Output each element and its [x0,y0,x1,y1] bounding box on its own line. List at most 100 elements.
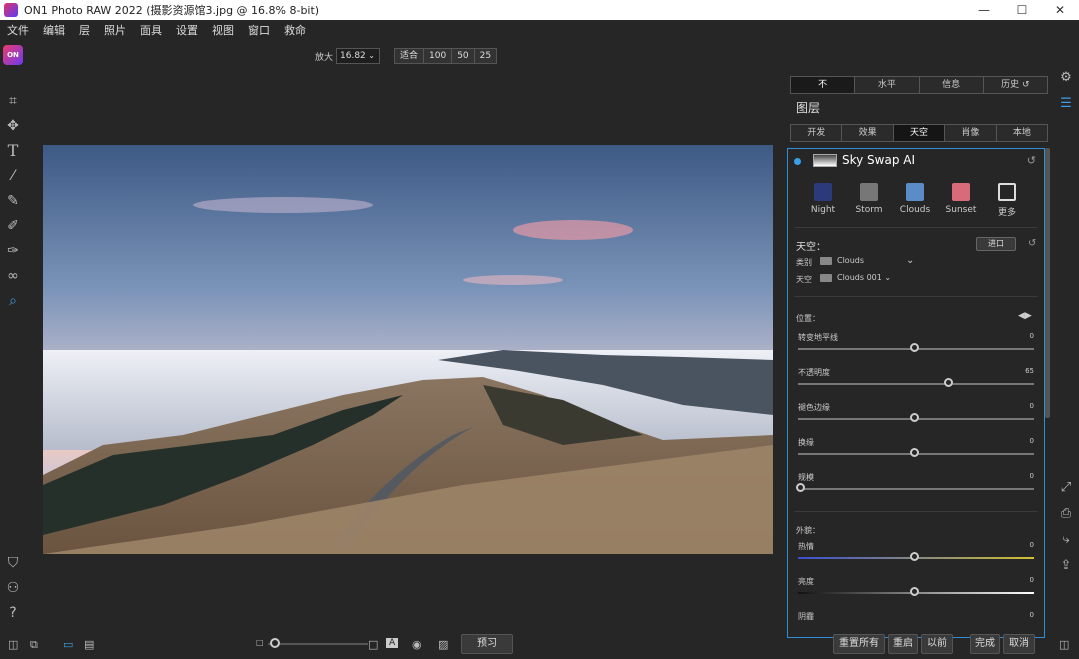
adjust-icon[interactable]: ☰ [1053,90,1079,116]
print-icon[interactable]: ⎙ [1053,500,1079,526]
slider-scale[interactable]: 规模 0 [796,472,1036,502]
zoom-tool-icon[interactable]: ⌕ [0,288,26,313]
a-toggle[interactable]: A [386,638,399,648]
panel-right-icon[interactable]: ◫ [1059,638,1069,651]
slider-shift-edge[interactable]: 换缘 0 [796,437,1036,467]
tab-portrait[interactable]: 肖像 [945,125,997,141]
collapse-arrows-icon[interactable]: ◀▶ [1018,311,1032,321]
slider-knob[interactable] [910,552,919,561]
brush-icon[interactable]: ⁄ [0,163,26,188]
single-view-icon[interactable]: ▭ [63,638,73,651]
resize-icon[interactable]: ⤢ [1053,474,1079,500]
menu-mask[interactable]: 面具 [133,22,169,38]
reset-icon[interactable]: ↺ [1027,154,1036,167]
done-button[interactable]: 完成 [970,634,1000,654]
panel-toggle-icon[interactable]: ◫ [8,638,18,651]
slider-opacity[interactable]: 不透明度 65 [796,367,1036,397]
tab-local[interactable]: 本地 [996,125,1048,141]
tab-develop[interactable]: 开发 [791,125,843,141]
more-thumb-icon [998,183,1016,201]
tab-history[interactable]: 历史 ↺ [983,77,1047,93]
split-view-icon[interactable]: ▤ [84,638,94,651]
preset-clouds[interactable]: Clouds [892,183,938,218]
preset-more[interactable]: 更多 [984,183,1030,218]
line-mask-icon[interactable]: ✑ [0,238,26,263]
tab-none[interactable]: 不 [791,77,856,93]
slider-shift-horizon[interactable]: 转变地平线 0 [796,332,1036,362]
reset-all-button[interactable]: 重置所有 [833,634,885,654]
mask-view-icon[interactable]: ◉ [412,638,422,651]
clone-icon[interactable]: ∞ [0,263,26,288]
tab-info[interactable]: 信息 [919,77,984,93]
slider-knob[interactable] [910,587,919,596]
text-icon[interactable]: T [0,138,26,163]
minimize-button[interactable]: — [966,0,1002,20]
user-icon[interactable]: ⚇ [0,575,26,600]
zoom-select[interactable]: 16.82 ⌄ [336,48,380,64]
slider-knob[interactable] [910,413,919,422]
compare-icon[interactable]: ⧉ [30,638,38,652]
share-icon[interactable]: ⤷ [1053,526,1079,552]
retouch-icon[interactable]: ✎ [0,188,26,213]
bucket-icon[interactable]: ⛉ [0,550,26,575]
panel-scrollbar[interactable] [1045,148,1050,418]
large-square-icon[interactable]: □ [368,638,378,651]
thumbnail-size-slider[interactable] [268,643,368,645]
crop-icon[interactable]: ⌗ [0,88,26,113]
move-icon[interactable]: ✥ [0,113,26,138]
menu-photo[interactable]: 照片 [97,22,133,38]
preset-storm[interactable]: Storm [846,183,892,218]
maximize-button[interactable]: ☐ [1004,0,1040,20]
sky-select[interactable]: Clouds 001 ⌄ [820,273,891,282]
menu-view[interactable]: 视图 [205,22,241,38]
on1-logo[interactable]: ON [3,45,23,65]
browse-icon[interactable]: ⚙ [1053,64,1079,90]
tab-sky[interactable]: 天空 [893,125,946,141]
cancel-button[interactable]: 取消 [1003,634,1035,654]
slider-knob[interactable] [910,448,919,457]
zoom-100-button[interactable]: 100 [423,48,453,64]
close-button[interactable]: ✕ [1042,0,1078,20]
zoom-50-button[interactable]: 50 [451,48,475,64]
menu-layer[interactable]: 层 [72,22,97,38]
tab-effects[interactable]: 效果 [842,125,894,141]
category-select[interactable]: Clouds [820,256,864,265]
zoom-25-button[interactable]: 25 [473,48,498,64]
slider-fade-edge[interactable]: 褪色边缘 0 [796,402,1036,432]
filter-header[interactable]: Sky Swap AI ↺ [788,149,1044,173]
mask-brush-icon[interactable]: ✐ [0,213,26,238]
slider-knob[interactable] [910,343,919,352]
menu-file[interactable]: 文件 [0,22,36,38]
export-icon[interactable]: ⇪ [1053,552,1079,578]
slider-knob[interactable] [796,483,805,492]
slider-track[interactable] [798,383,1034,385]
slider-knob[interactable] [944,378,953,387]
sky-reset-icon[interactable]: ↺ [1028,238,1036,249]
zoom-fit-button[interactable]: 适合 [394,48,425,64]
menu-window[interactable]: 窗口 [241,22,277,38]
before-button[interactable]: 以前 [921,634,953,654]
preview-button[interactable]: 预习 [461,634,513,654]
thumbnail-size-knob[interactable] [270,638,280,648]
slider-track[interactable] [798,488,1034,490]
menu-edit[interactable]: 编辑 [36,22,72,38]
preset-sunset[interactable]: Sunset [938,183,984,218]
overlay-icon[interactable]: ▨ [438,638,448,651]
menu-settings[interactable]: 设置 [169,22,205,38]
tab-level[interactable]: 水平 [855,77,920,93]
slider-warmth[interactable]: 热情 0 [796,541,1036,571]
photo-canvas[interactable] [43,145,773,554]
small-square-icon[interactable]: □ [256,638,264,647]
chevron-down-icon: ⌄ [884,273,892,282]
bottom-bar: ◫ ⧉ ▭ ▤ □ □ A ◉ ▨ 预习 重置所有 重启 以前 完成 取消 ◫ [0,632,1079,659]
filter-visibility-dot[interactable] [794,158,801,165]
slider-label: 换缘 [798,438,814,447]
divider [794,296,1038,297]
import-button[interactable]: 进口 [976,237,1016,251]
menu-help[interactable]: 救命 [277,22,313,38]
chevron-down-icon[interactable]: ⌄ [906,255,914,266]
preset-night[interactable]: Night [800,183,846,218]
slider-brightness[interactable]: 亮度 0 [796,576,1036,606]
reset-button[interactable]: 重启 [888,634,918,654]
help-icon[interactable]: ? [0,600,26,625]
